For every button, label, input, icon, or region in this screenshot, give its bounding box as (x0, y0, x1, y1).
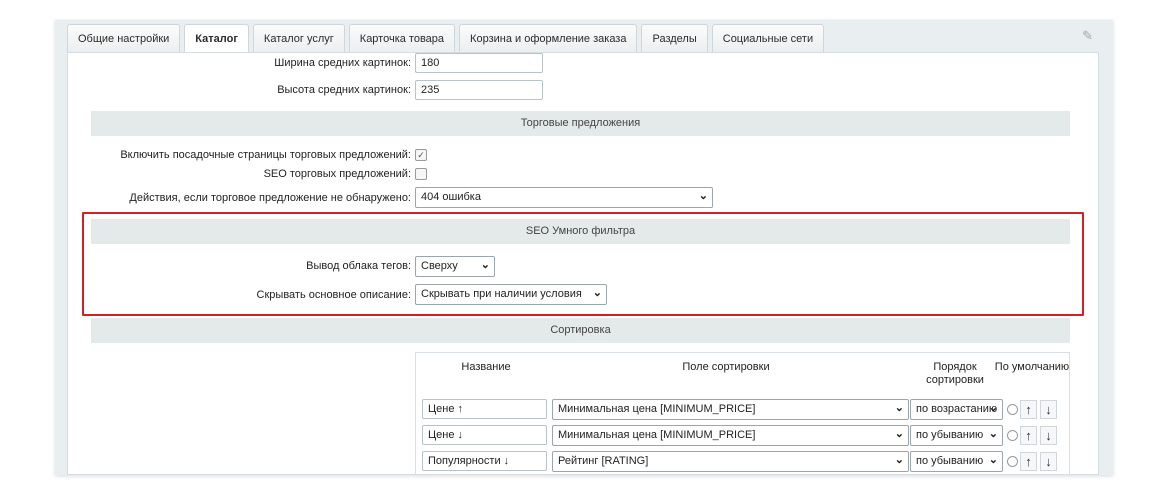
notfound-label: Действия, если торговое предложение не о… (129, 192, 411, 204)
sort-name-input[interactable]: Цене ↑ (422, 399, 547, 419)
sort-order-value: по возрастанию (916, 403, 998, 415)
tab-catalog[interactable]: Каталог (184, 24, 249, 53)
mid-height-label: Высота средних картинок: (277, 84, 411, 96)
col-order-header: Порядок сортировки (926, 361, 984, 386)
default-radio[interactable] (1007, 456, 1018, 467)
sort-field-value: Рейтинг [RATING] (558, 455, 649, 467)
tab-social[interactable]: Социальные сети (711, 24, 825, 52)
chevron-down-icon: ⌄ (988, 454, 998, 466)
notfound-select[interactable]: 404 ошибка ⌄ (415, 187, 713, 208)
chevron-down-icon: ⌄ (894, 454, 904, 466)
sort-order-select[interactable]: по убыванию ⌄ (910, 425, 1003, 446)
landing-checkbox[interactable]: ✓ (415, 149, 427, 161)
mid-width-input[interactable]: 180 (415, 53, 543, 73)
move-up-icon[interactable]: ↑ (1020, 400, 1037, 419)
move-down-icon[interactable]: ↓ (1040, 400, 1057, 419)
sort-field-select[interactable]: Рейтинг [RATING] ⌄ (552, 451, 909, 472)
chevron-down-icon: ⌄ (698, 190, 708, 202)
seo-offers-label: SEO торговых предложений: (263, 168, 411, 180)
chevron-down-icon: ⌄ (988, 402, 998, 414)
chevron-down-icon: ⌄ (894, 402, 904, 414)
section-sorting: Сортировка (91, 318, 1070, 343)
notfound-value: 404 ошибка (421, 191, 481, 203)
move-up-icon[interactable]: ↑ (1020, 452, 1037, 471)
section-offers: Торговые предложения (91, 111, 1070, 136)
landing-label: Включить посадочные страницы торговых пр… (120, 149, 411, 161)
col-name-header: Название (461, 361, 511, 373)
sort-order-value: по убыванию (916, 455, 984, 467)
sort-order-select[interactable]: по возрастанию ⌄ (910, 399, 1003, 420)
default-radio[interactable] (1007, 430, 1018, 441)
mid-height-input[interactable]: 235 (415, 80, 543, 100)
sort-name-input[interactable]: Цене ↓ (422, 425, 547, 445)
move-down-icon[interactable]: ↓ (1040, 426, 1057, 445)
sort-name-input[interactable]: Популярности ↓ (422, 451, 547, 471)
tab-cart-checkout[interactable]: Корзина и оформление заказа (459, 24, 638, 52)
col-default-header: По умолчанию (994, 361, 1070, 373)
move-up-icon[interactable]: ↑ (1020, 426, 1037, 445)
col-field-header: Поле сортировки (682, 361, 770, 373)
tab-services-catalog[interactable]: Каталог услуг (252, 24, 345, 52)
sort-field-select[interactable]: Минимальная цена [MINIMUM_PRICE] ⌄ (552, 399, 909, 420)
sort-order-value: по убыванию (916, 429, 984, 441)
sort-order-select[interactable]: по убыванию ⌄ (910, 451, 1003, 472)
sort-field-value: Минимальная цена [MINIMUM_PRICE] (558, 403, 756, 415)
seo-offers-checkbox[interactable] (415, 168, 427, 180)
chevron-down-icon: ⌄ (894, 428, 904, 440)
tab-sections[interactable]: Разделы (641, 24, 708, 52)
tab-general[interactable]: Общие настройки (67, 24, 181, 52)
highlight-box (82, 212, 1084, 316)
move-down-icon[interactable]: ↓ (1040, 452, 1057, 471)
tab-product-card[interactable]: Карточка товара (348, 24, 456, 52)
chevron-down-icon: ⌄ (988, 428, 998, 440)
mid-width-label: Ширина средних картинок: (274, 57, 411, 69)
pin-icon[interactable]: ✎ (1082, 28, 1093, 44)
sort-field-select[interactable]: Минимальная цена [MINIMUM_PRICE] ⌄ (552, 425, 909, 446)
sort-field-value: Минимальная цена [MINIMUM_PRICE] (558, 429, 756, 441)
tab-bar: Общие настройки Каталог Каталог услуг Ка… (67, 24, 825, 53)
sorting-table: Название Поле сортировки Порядок сортиро… (415, 352, 1070, 475)
default-radio[interactable] (1007, 404, 1018, 415)
